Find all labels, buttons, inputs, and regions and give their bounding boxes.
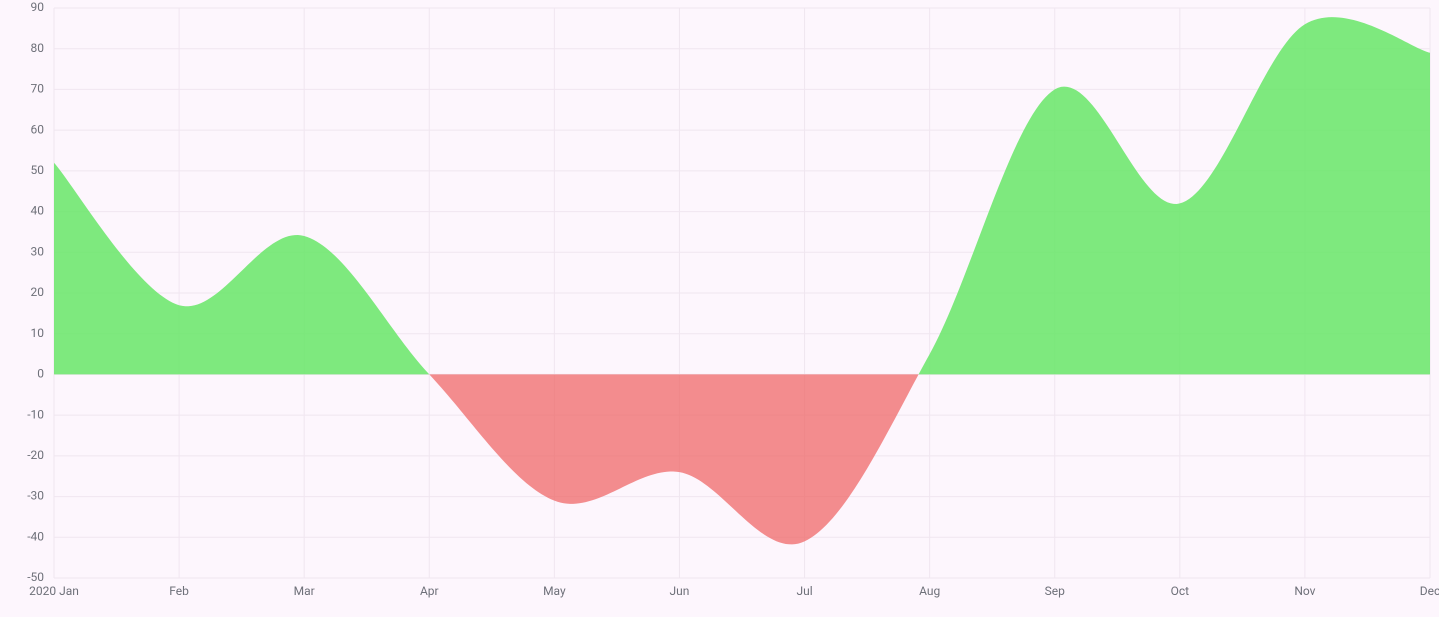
y-tick-label: 20 xyxy=(31,285,45,299)
x-tick-label: Mar xyxy=(294,584,315,598)
positive-area xyxy=(919,17,1430,374)
y-tick-label: 30 xyxy=(31,244,45,258)
x-tick-label: Feb xyxy=(169,584,189,598)
x-tick-label: 2020 Jan xyxy=(29,584,79,598)
positive-area xyxy=(54,163,429,375)
y-tick-label: 90 xyxy=(31,0,45,14)
x-tick-label: Jun xyxy=(670,584,690,598)
y-tick-label: 70 xyxy=(31,82,45,96)
y-tick-label: 80 xyxy=(31,41,45,55)
chart-svg: -50 -40 -30 -20 -10 0 10 20 30 40 50 60 70 80 90 2020 … xyxy=(0,0,1439,617)
x-tick-label: Oct xyxy=(1171,584,1190,598)
x-axis: 2020 Jan Feb Mar Apr May Jun Jul Aug Sep Oct Nov De… xyxy=(29,584,1439,598)
x-tick-label: Dec xyxy=(1420,584,1439,598)
area-chart[interactable]: -50 -40 -30 -20 -10 0 10 20 30 40 50 60 70 80 90 2020 … xyxy=(0,0,1439,617)
y-tick-label: 10 xyxy=(31,326,45,340)
y-tick-label: -10 xyxy=(27,407,44,421)
y-tick-label: -40 xyxy=(27,529,44,543)
x-tick-label: May xyxy=(543,584,566,598)
y-tick-label: 40 xyxy=(31,204,45,218)
x-tick-label: Sep xyxy=(1045,584,1065,598)
area-series xyxy=(54,17,1430,544)
y-tick-label: 0 xyxy=(37,367,44,381)
y-tick-label: 60 xyxy=(31,122,45,136)
x-tick-label: Apr xyxy=(420,584,439,598)
x-tick-label: Aug xyxy=(919,584,940,598)
y-axis: -50 -40 -30 -20 -10 0 10 20 30 40 50 60 70 80 90 xyxy=(27,0,44,584)
y-tick-label: 50 xyxy=(31,163,45,177)
y-tick-label: -50 xyxy=(27,570,44,584)
x-tick-label: Nov xyxy=(1294,584,1315,598)
y-tick-label: -30 xyxy=(27,489,44,503)
x-tick-label: Jul xyxy=(796,584,812,598)
y-tick-label: -20 xyxy=(27,448,44,462)
negative-area xyxy=(429,374,918,544)
